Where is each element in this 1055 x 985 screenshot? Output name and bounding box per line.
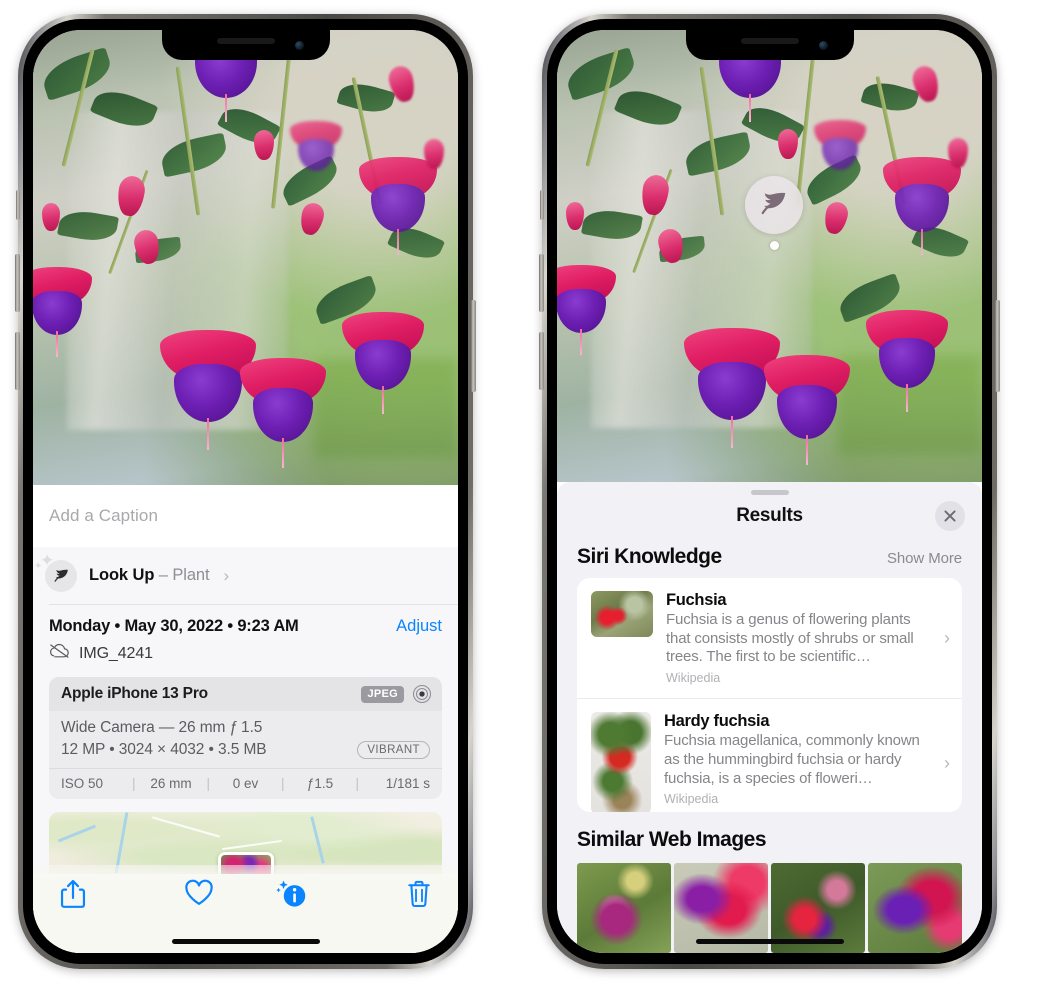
web-image-4[interactable] bbox=[868, 863, 962, 953]
exif-header: Apple iPhone 13 Pro JPEG bbox=[49, 677, 442, 711]
exif-ev: 0 ev bbox=[232, 776, 259, 791]
siri-knowledge-header: Siri Knowledge Show More bbox=[557, 538, 982, 578]
chevron-right-icon: › bbox=[944, 752, 950, 773]
chevron-right-icon: › bbox=[223, 565, 230, 585]
result-title: Hardy fuchsia bbox=[664, 712, 770, 731]
exif-iso: ISO 50 bbox=[61, 776, 104, 791]
volume-down-button[interactable] bbox=[539, 332, 544, 390]
volume-down-button[interactable] bbox=[15, 332, 20, 390]
knowledge-result-row[interactable]: Hardy fuchsia Fuchsia magellanica, commo… bbox=[577, 698, 962, 812]
left-phone-screen: Add a Caption ✦ ✦ Look Up – Plant › Mond… bbox=[33, 30, 458, 953]
photo-fuchsia-image[interactable] bbox=[557, 30, 982, 482]
photo-datetime: Monday • May 30, 2022 • 9:23 AM bbox=[49, 617, 299, 635]
right-phone-screen: Results Siri Knowledge Show More Fuchsia… bbox=[557, 30, 982, 953]
chevron-right-icon: › bbox=[944, 627, 950, 648]
look-up-plant-row[interactable]: ✦ ✦ Look Up – Plant › bbox=[33, 547, 458, 604]
exif-card[interactable]: Apple iPhone 13 Pro JPEG Wide Camera — 2… bbox=[49, 677, 442, 799]
exif-focal: 26 mm bbox=[150, 776, 192, 791]
exif-body: Wide Camera — 26 mm ƒ 1.5 12 MP • 3024 ×… bbox=[49, 711, 442, 768]
visual-look-up-results-sheet: Results Siri Knowledge Show More Fuchsia… bbox=[557, 482, 982, 953]
result-description: Fuchsia magellanica, commonly known as t… bbox=[664, 732, 920, 787]
device-notch bbox=[685, 30, 854, 60]
raw-target-icon bbox=[412, 684, 432, 704]
volume-up-button[interactable] bbox=[15, 254, 20, 312]
section-title: Similar Web Images bbox=[577, 828, 767, 851]
result-thumbnail bbox=[591, 712, 651, 812]
knowledge-result-row[interactable]: Fuchsia Fuchsia is a genus of flowering … bbox=[577, 578, 962, 698]
visual-look-up-anchor-dot bbox=[770, 241, 779, 250]
section-title: Siri Knowledge bbox=[577, 544, 722, 568]
lens-info: Wide Camera — 26 mm ƒ 1.5 bbox=[61, 719, 263, 736]
right-iphone-device: Results Siri Knowledge Show More Fuchsia… bbox=[539, 14, 1000, 969]
look-up-label: Look Up – Plant bbox=[89, 566, 210, 584]
siri-knowledge-card-group: Fuchsia Fuchsia is a genus of flowering … bbox=[577, 577, 962, 812]
earpiece-speaker bbox=[740, 38, 799, 44]
image-size-info: 12 MP • 3024 × 4032 • 3.5 MB bbox=[61, 741, 267, 758]
result-thumbnail bbox=[591, 590, 653, 637]
results-header: Results bbox=[557, 495, 982, 538]
power-button[interactable] bbox=[471, 300, 476, 392]
earpiece-speaker bbox=[216, 38, 275, 44]
volume-up-button[interactable] bbox=[539, 254, 544, 312]
results-title: Results bbox=[736, 505, 803, 527]
result-source: Wikipedia bbox=[666, 671, 721, 686]
home-indicator[interactable] bbox=[695, 939, 844, 944]
exif-stats-row: ISO 50 | 26 mm | 0 ev | ƒ1.5 | 1/181 s bbox=[49, 768, 442, 799]
visual-look-up-badge[interactable] bbox=[745, 176, 803, 234]
leaf-icon bbox=[759, 188, 789, 223]
photo-fuchsia-image[interactable] bbox=[33, 30, 458, 485]
left-phone-bezel: Add a Caption ✦ ✦ Look Up – Plant › Mond… bbox=[23, 19, 468, 964]
result-title: Fuchsia bbox=[666, 590, 727, 609]
camera-device-name: Apple iPhone 13 Pro bbox=[61, 685, 208, 702]
mute-switch[interactable] bbox=[540, 190, 544, 220]
front-camera-icon bbox=[818, 41, 828, 50]
web-image-1[interactable] bbox=[577, 863, 671, 953]
caption-input-row[interactable]: Add a Caption bbox=[33, 485, 458, 547]
sparkle-small-icon: ✦ bbox=[34, 560, 43, 572]
metadata-block: Monday • May 30, 2022 • 9:23 AM Adjust I… bbox=[33, 605, 458, 664]
lookup-section: ✦ ✦ Look Up – Plant › Monday • May 30, 2… bbox=[33, 547, 458, 874]
front-camera-icon bbox=[294, 41, 304, 50]
left-iphone-device: Add a Caption ✦ ✦ Look Up – Plant › Mond… bbox=[15, 14, 476, 969]
adjust-button[interactable]: Adjust bbox=[396, 617, 442, 636]
format-badge: JPEG bbox=[361, 685, 404, 703]
result-description: Fuchsia is a genus of flowering plants t… bbox=[666, 610, 914, 666]
photographic-style-badge: VIBRANT bbox=[357, 741, 430, 759]
device-notch bbox=[161, 30, 330, 60]
delete-button[interactable] bbox=[339, 879, 432, 909]
icloud-slash-icon bbox=[49, 643, 70, 664]
result-source: Wikipedia bbox=[664, 792, 719, 807]
show-more-button[interactable]: Show More bbox=[887, 550, 962, 567]
favorite-button[interactable] bbox=[152, 879, 245, 907]
share-button[interactable] bbox=[59, 879, 152, 909]
screenshot-root: Add a Caption ✦ ✦ Look Up – Plant › Mond… bbox=[0, 0, 1055, 985]
similar-web-images-header: Similar Web Images bbox=[557, 812, 982, 861]
home-indicator[interactable] bbox=[171, 939, 320, 944]
right-phone-bezel: Results Siri Knowledge Show More Fuchsia… bbox=[547, 19, 992, 964]
exif-aperture: ƒ1.5 bbox=[306, 776, 334, 791]
leaf-icon: ✦ ✦ bbox=[34, 551, 77, 592]
mute-switch[interactable] bbox=[16, 190, 20, 220]
look-up-kind: Plant bbox=[172, 566, 210, 584]
photo-filename: IMG_4241 bbox=[79, 644, 153, 662]
exif-shutter: 1/181 s bbox=[385, 776, 430, 791]
power-button[interactable] bbox=[995, 300, 1000, 392]
info-button[interactable] bbox=[246, 879, 339, 909]
caption-placeholder: Add a Caption bbox=[49, 506, 159, 525]
close-button[interactable] bbox=[935, 501, 965, 532]
